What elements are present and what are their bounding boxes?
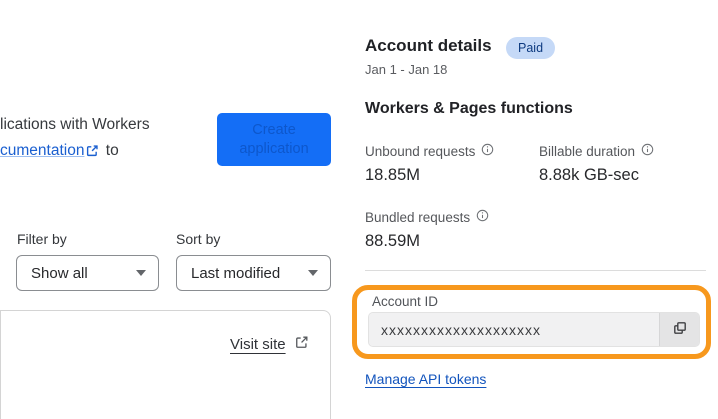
filter-dropdown[interactable]: Show all bbox=[16, 255, 159, 291]
workers-pages-dashboard: lications with Workers cumentation to Cr… bbox=[0, 0, 718, 419]
external-link-icon bbox=[86, 140, 99, 166]
visit-site-link[interactable]: Visit site bbox=[230, 336, 286, 353]
stat-value-unbound-requests: 18.85M bbox=[365, 166, 421, 184]
create-application-button[interactable]: Create application bbox=[217, 113, 331, 166]
stat-value-bundled-requests: 88.59M bbox=[365, 232, 421, 250]
stat-label-bundled-requests: Bundled requests bbox=[365, 209, 489, 225]
account-details-title: Account details bbox=[365, 36, 492, 55]
project-card: Visit site bbox=[0, 310, 331, 419]
sort-by-label: Sort by bbox=[176, 231, 221, 247]
visit-site: Visit site bbox=[230, 335, 311, 354]
copy-account-id-button[interactable] bbox=[659, 313, 699, 346]
chevron-down-icon bbox=[136, 270, 146, 276]
account-id-label: Account ID bbox=[372, 294, 439, 309]
sort-dropdown[interactable]: Last modified bbox=[176, 255, 331, 291]
divider bbox=[365, 270, 706, 271]
stat-label-text: Unbound requests bbox=[365, 143, 476, 159]
external-link-icon bbox=[295, 335, 309, 354]
sort-dropdown-value: Last modified bbox=[191, 264, 281, 282]
stat-label-unbound-requests: Unbound requests bbox=[365, 143, 494, 159]
stat-label-text: Bundled requests bbox=[365, 209, 471, 225]
copy-icon bbox=[672, 320, 688, 339]
filter-by-label: Filter by bbox=[17, 231, 67, 247]
stat-label-billable-duration: Billable duration bbox=[539, 143, 654, 159]
billing-date-range: Jan 1 - Jan 18 bbox=[365, 62, 448, 77]
paid-badge: Paid bbox=[506, 37, 556, 59]
intro-suffix: to bbox=[101, 142, 119, 159]
account-id-field-group bbox=[368, 312, 700, 347]
stat-label-text: Billable duration bbox=[539, 143, 636, 159]
manage-api-tokens-link[interactable]: Manage API tokens bbox=[365, 371, 486, 387]
chevron-down-icon bbox=[308, 270, 318, 276]
stat-value-billable-duration: 8.88k GB-sec bbox=[539, 166, 639, 184]
info-icon[interactable] bbox=[481, 143, 494, 159]
filter-dropdown-value: Show all bbox=[31, 264, 88, 282]
info-icon[interactable] bbox=[641, 143, 654, 159]
intro-line1: lications with Workers bbox=[0, 116, 150, 133]
functions-section-title: Workers & Pages functions bbox=[365, 100, 573, 117]
info-icon[interactable] bbox=[476, 209, 489, 225]
intro-text: lications with Workers cumentation to bbox=[0, 112, 190, 166]
documentation-link[interactable]: cumentation bbox=[0, 142, 84, 159]
account-id-input[interactable] bbox=[369, 313, 659, 346]
